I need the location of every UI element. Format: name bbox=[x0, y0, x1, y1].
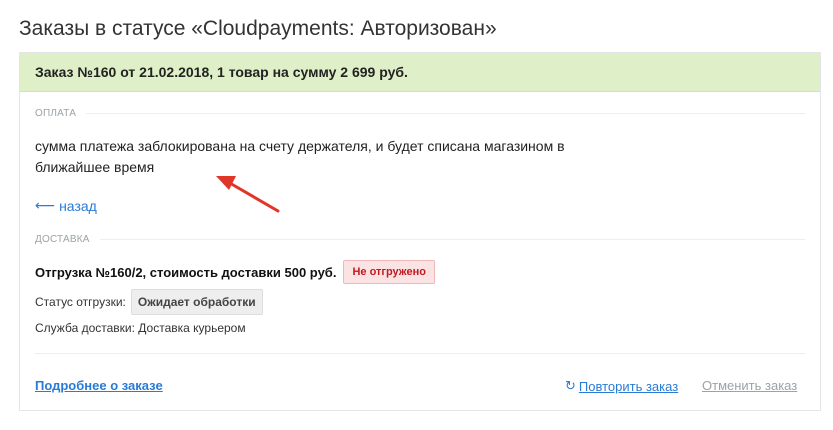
shipment-line: Отгрузка №160/2, стоимость доставки 500 … bbox=[35, 260, 435, 284]
back-link-label: назад bbox=[59, 197, 97, 214]
repeat-order-label: Повторить заказ bbox=[578, 378, 679, 394]
actions-divider bbox=[35, 353, 805, 354]
shipment-status-label: Статус отгрузки: bbox=[35, 295, 126, 309]
delivery-section-label: ДОСТАВКА bbox=[35, 234, 805, 245]
repeat-order-link[interactable]: ↻ Повторить заказ bbox=[565, 378, 678, 394]
shipment-status-badge: Не отгружено bbox=[343, 260, 435, 284]
page-title: Заказы в статусе «Cloudpayments: Авториз… bbox=[19, 17, 497, 40]
order-card: Заказ №160 от 21.02.2018, 1 товар на сум… bbox=[19, 52, 821, 411]
processing-status-badge: Ожидает обработки bbox=[130, 289, 263, 315]
refresh-icon: ↻ bbox=[565, 378, 576, 393]
delivery-service-text: Служба доставки: Доставка курьером bbox=[35, 321, 246, 335]
order-header: Заказ №160 от 21.02.2018, 1 товар на сум… bbox=[20, 53, 820, 92]
payment-status-text: сумма платежа заблокирована на счету дер… bbox=[35, 138, 565, 175]
payment-section-label: ОПЛАТА bbox=[35, 108, 805, 119]
left-arrow-icon: ⟵ bbox=[35, 197, 56, 213]
shipment-title: Отгрузка №160/2, стоимость доставки 500 … bbox=[35, 264, 337, 280]
back-link[interactable]: ⟵ назад bbox=[35, 197, 97, 214]
payment-label-text: ОПЛАТА bbox=[35, 108, 77, 119]
order-details-link[interactable]: Подробнее о заказе bbox=[35, 378, 163, 393]
cancel-order-link[interactable]: Отменить заказ bbox=[702, 378, 797, 393]
payment-label-rule bbox=[86, 113, 805, 114]
delivery-label-text: ДОСТАВКА bbox=[35, 234, 90, 245]
delivery-label-rule bbox=[99, 239, 805, 240]
shipment-status-line: Статус отгрузки: Ожидает обработки bbox=[35, 289, 263, 315]
